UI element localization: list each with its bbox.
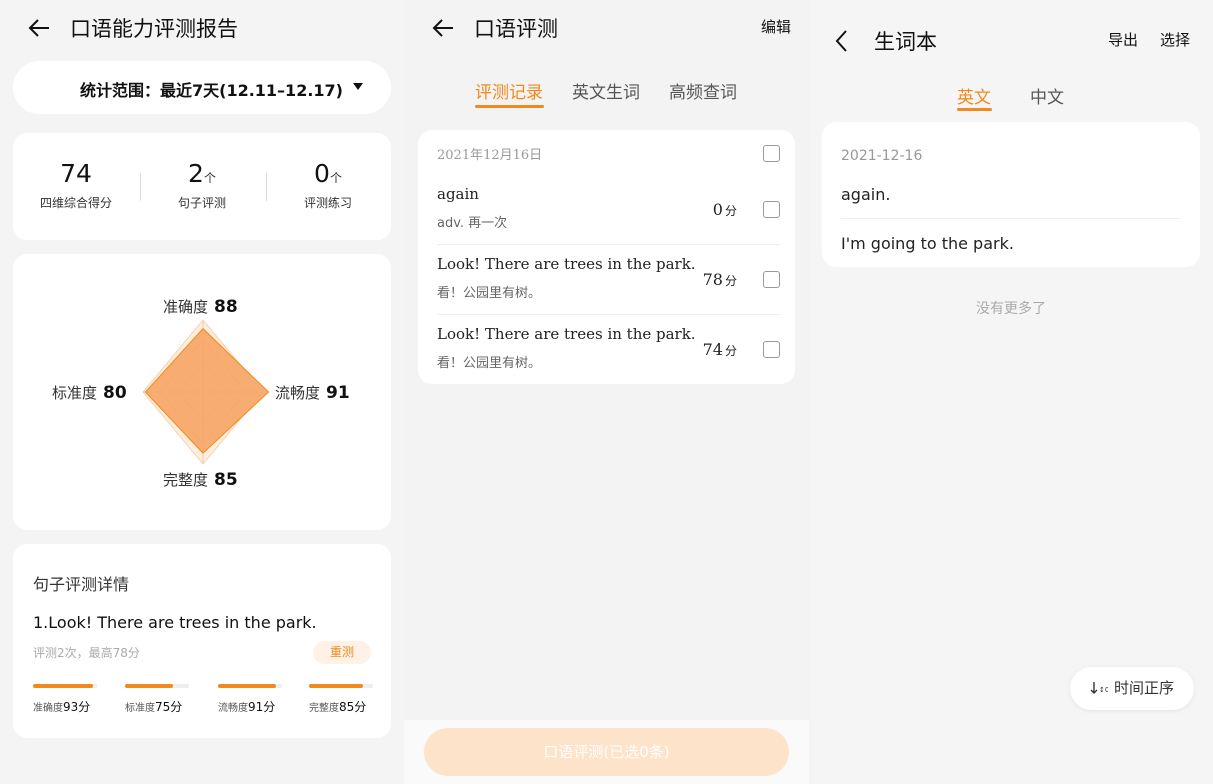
range-label: 统计范围：最近7天(12.11–12.17): [80, 81, 343, 100]
tab-underline: [475, 105, 544, 108]
sentence-detail-card: 句子评测详情 1.Look! There are trees in the pa…: [13, 544, 391, 738]
item-english: Look! There are trees in the park.: [437, 255, 696, 273]
radar-label-accuracy: 准确度 88: [163, 297, 238, 317]
item-score: 78 分: [702, 270, 737, 289]
page-title: 生词本: [874, 30, 937, 54]
metric-score: 75分: [155, 700, 183, 714]
item-score: 0分: [712, 200, 737, 219]
metric-label: 标准度: [125, 703, 155, 714]
metric-score: 85分: [339, 700, 367, 714]
edit-button[interactable]: 编辑: [761, 16, 791, 37]
back-arrow-icon[interactable]: [26, 15, 52, 41]
records-list-card: 2021年12月16日 again adv. 再一次 0分 Look! Ther…: [418, 130, 795, 384]
bottom-bar: 口语评测(已选0条): [404, 720, 809, 784]
item-score: 74 分: [702, 340, 737, 359]
stat-value: 74: [60, 159, 92, 188]
stat-label: 四维综合得分: [39, 196, 112, 210]
word-card: 2021-12-16 again. I'm going to the park.: [822, 122, 1200, 267]
svg-text:↕0: ↕0: [1099, 686, 1108, 694]
select-all-checkbox[interactable]: [763, 145, 780, 162]
metric-score: 91分: [248, 700, 276, 714]
sentence-text: 1.Look! There are trees in the park.: [33, 613, 317, 632]
page-title: 口语能力评测报告: [70, 17, 238, 41]
metric-label: 准确度: [33, 703, 63, 714]
record-date: 2021年12月16日: [437, 148, 543, 163]
sentence-meta: 评测2次，最高78分: [33, 646, 140, 660]
stat-value: 2: [188, 159, 204, 188]
caret-down-icon: [353, 83, 363, 90]
list-item[interactable]: again adv. 再一次 0分: [418, 175, 795, 245]
list-item[interactable]: again.: [841, 185, 890, 204]
progress-fill: [33, 684, 93, 688]
no-more-text: 没有更多了: [976, 301, 1046, 317]
stats-card: 74 四维综合得分 2个 句子评测 0个 评测练习: [13, 133, 391, 240]
stat-score: 74 四维综合得分: [13, 159, 139, 211]
range-selector[interactable]: 统计范围：最近7天(12.11–12.17): [13, 61, 391, 114]
item-chinese: 看！公园里有树。: [437, 356, 542, 371]
stat-practice: 0个 评测练习: [265, 159, 391, 211]
metric-completeness: 完整度85分: [309, 684, 373, 715]
item-chinese: 看！公园里有树。: [437, 286, 542, 301]
stat-label: 句子评测: [177, 196, 226, 210]
radar-label-fluency: 流畅度 91: [275, 383, 350, 403]
stat-sentences: 2个 句子评测: [139, 159, 265, 211]
radar-card: 准确度 88 流畅度 91 完整度 85 标准度 80: [13, 254, 391, 530]
item-checkbox[interactable]: [763, 201, 780, 218]
metric-label: 流畅度: [218, 703, 248, 714]
tab-english[interactable]: 英文: [957, 83, 991, 108]
item-english: again: [437, 185, 479, 203]
tab-underline: [957, 108, 992, 111]
vocab-panel: 生词本 导出 选择 英文 中文 2021-12-16 again. I'm go…: [809, 0, 1213, 784]
progress-fill: [309, 684, 364, 688]
progress-fill: [125, 684, 173, 688]
item-checkbox[interactable]: [763, 271, 780, 288]
tab-chinese[interactable]: 中文: [1030, 83, 1064, 108]
tab-records[interactable]: 评测记录: [475, 78, 543, 103]
item-checkbox[interactable]: [763, 341, 780, 358]
retest-button[interactable]: 重测: [313, 641, 371, 664]
report-panel: 口语能力评测报告 统计范围：最近7天(12.11–12.17) 74 四维综合得…: [0, 0, 404, 784]
word-date: 2021-12-16: [841, 148, 923, 164]
stat-value: 0: [314, 159, 330, 188]
stat-label: 评测练习: [303, 196, 352, 210]
export-button[interactable]: 导出: [1108, 29, 1138, 50]
radar-value-shape: [144, 327, 270, 454]
metric-fluency: 流畅度91分: [218, 684, 282, 715]
select-button[interactable]: 选择: [1160, 29, 1190, 50]
item-english: Look! There are trees in the park.: [437, 325, 696, 343]
records-panel: 口语评测 编辑 评测记录 英文生词 高频查词 2021年12月16日 again…: [404, 0, 809, 784]
list-item[interactable]: Look! There are trees in the park. 看！公园里…: [418, 245, 795, 315]
list-item[interactable]: Look! There are trees in the park. 看！公园里…: [418, 315, 795, 385]
chevron-left-icon[interactable]: [831, 28, 857, 54]
section-title: 句子评测详情: [33, 575, 130, 594]
stat-unit: 个: [329, 171, 342, 185]
sort-label: 时间正序: [1114, 679, 1175, 697]
sort-icon: ↕0: [1090, 682, 1108, 694]
metric-label: 完整度: [309, 703, 339, 714]
radar-label-completeness: 完整度 85: [163, 470, 238, 490]
back-arrow-icon[interactable]: [430, 15, 456, 41]
metric-accuracy: 准确度93分: [33, 684, 97, 715]
progress-fill: [218, 684, 277, 688]
list-item[interactable]: I'm going to the park.: [841, 234, 1014, 253]
radar-label-standard: 标准度 80: [52, 383, 127, 403]
metric-score: 93分: [63, 700, 91, 714]
tab-english-words[interactable]: 英文生词: [572, 78, 640, 103]
page-title: 口语评测: [474, 17, 558, 41]
item-chinese: adv. 再一次: [437, 216, 508, 231]
evaluate-button[interactable]: 口语评测(已选0条): [424, 728, 789, 776]
sort-button[interactable]: ↕0 时间正序: [1070, 667, 1194, 710]
metric-standard: 标准度75分: [125, 684, 189, 715]
row-divider: [841, 218, 1181, 219]
tab-frequent-lookup[interactable]: 高频查词: [669, 78, 737, 103]
stat-unit: 个: [203, 171, 216, 185]
